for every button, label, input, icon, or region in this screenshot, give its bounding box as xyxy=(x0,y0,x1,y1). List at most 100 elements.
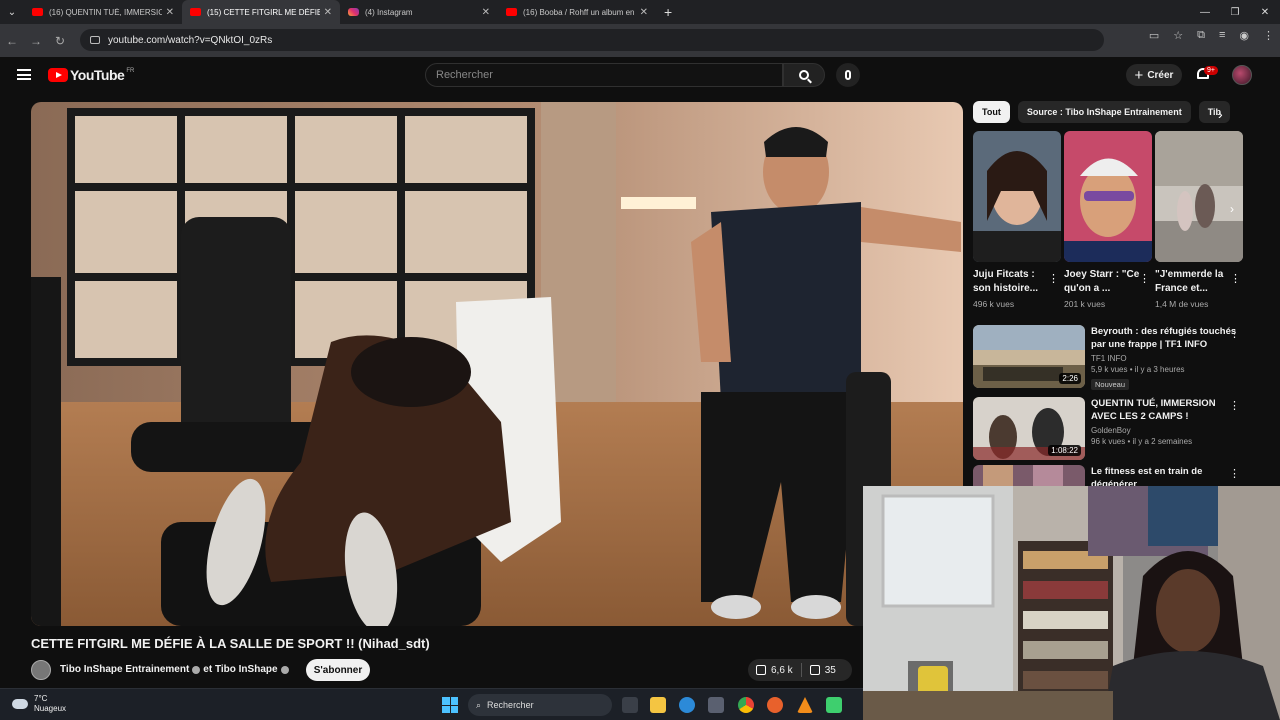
file-explorer-icon[interactable] xyxy=(650,697,666,713)
extensions-icon[interactable]: ⧉ xyxy=(1197,29,1205,42)
youtube-logo[interactable]: YouTube FR xyxy=(48,67,134,83)
tab-label: (16) QUENTIN TUÉ, IMMERSION xyxy=(49,7,162,17)
video-title: CETTE FITGIRL ME DÉFIE À LA SALLE DE SPO… xyxy=(31,636,430,651)
search-icon xyxy=(799,70,809,80)
maximize-icon[interactable]: ❐ xyxy=(1220,0,1250,24)
more-options-icon[interactable]: ⋮ xyxy=(1048,272,1059,285)
close-icon[interactable]: ✕ xyxy=(482,7,490,18)
chip-source[interactable]: Source : Tibo InShape Entrainement xyxy=(1017,101,1191,123)
verified-icon xyxy=(280,665,289,674)
browser-tab[interactable]: (4) Instagram ✕ xyxy=(340,0,498,24)
voice-search-button[interactable] xyxy=(836,63,860,87)
minimize-icon[interactable]: — xyxy=(1190,0,1220,24)
close-icon[interactable]: ✕ xyxy=(166,7,174,18)
browser-tab[interactable]: (16) QUENTIN TUÉ, IMMERSION ✕ xyxy=(24,0,182,24)
short-item[interactable]: Juju Fitcats : son histoire... 496 k vue… xyxy=(973,131,1061,309)
close-window-icon[interactable]: ✕ xyxy=(1250,0,1280,24)
chrome-icon[interactable] xyxy=(738,697,754,713)
browser-tab[interactable]: (16) Booba / Rohff un album en ✕ xyxy=(498,0,656,24)
video-thumbnail[interactable]: 2:26 xyxy=(973,325,1085,388)
app-icon[interactable] xyxy=(826,697,842,713)
cast-icon[interactable]: ▭ xyxy=(1149,29,1159,42)
more-options-icon[interactable]: ⋮ xyxy=(1139,272,1150,285)
short-views: 201 k vues xyxy=(1064,299,1106,309)
youtube-icon xyxy=(190,8,201,16)
short-item[interactable]: Joey Starr : "Ce qu'on a ... 201 k vues … xyxy=(1064,131,1152,309)
instagram-icon xyxy=(348,8,359,16)
dislike-button[interactable]: 35 xyxy=(802,665,844,676)
task-view-icon[interactable] xyxy=(622,697,638,713)
recommendation-item[interactable]: 2:26 Beyrouth : des réfugiés touchés par… xyxy=(973,325,1258,392)
channel-link-2[interactable]: et Tibo InShape xyxy=(203,664,277,675)
channel-avatar[interactable] xyxy=(31,660,51,680)
edge-icon[interactable] xyxy=(679,697,695,713)
taskbar-search[interactable]: ⌕ Rechercher xyxy=(468,694,612,716)
thumbs-up-icon xyxy=(756,665,766,675)
close-icon[interactable]: ✕ xyxy=(324,7,332,18)
back-icon[interactable]: ← xyxy=(0,34,24,48)
search-input[interactable]: Rechercher xyxy=(425,63,783,87)
more-options-icon[interactable]: ⋮ xyxy=(1229,327,1240,340)
tab-search-icon[interactable]: ⌄ xyxy=(0,0,24,24)
more-options-icon[interactable]: ⋮ xyxy=(1229,467,1240,480)
youtube-icon xyxy=(32,8,43,16)
like-button[interactable]: 6,6 k xyxy=(748,665,801,676)
video-duration: 1:08:22 xyxy=(1048,445,1081,456)
create-label: Créer xyxy=(1147,69,1174,81)
chip-tibo[interactable]: Tib xyxy=(1198,101,1231,123)
more-options-icon[interactable]: ⋮ xyxy=(1230,272,1241,285)
short-thumbnail[interactable] xyxy=(1064,131,1152,262)
short-views: 1,4 M de vues xyxy=(1155,299,1209,309)
reload-icon[interactable]: ↻ xyxy=(48,34,72,48)
recommendation-info: QUENTIN TUÉ, IMMERSION AVEC LES 2 CAMPS … xyxy=(1091,397,1243,446)
weather-widget[interactable]: 7°C Nuageux xyxy=(12,694,66,714)
video-player[interactable] xyxy=(31,102,963,626)
recommendation-channel[interactable]: GoldenBoy xyxy=(1091,426,1243,435)
url-field[interactable]: youtube.com/watch?v=QNktOI_0zRs xyxy=(80,29,1104,51)
browser-tab-active[interactable]: (15) CETTE FITGIRL ME DÉFIE À ✕ xyxy=(182,0,340,24)
like-dislike-bar: 6,6 k 35 xyxy=(748,659,852,681)
windows-start-icon[interactable] xyxy=(442,697,458,713)
logo-region: FR xyxy=(126,68,135,74)
subscribe-button[interactable]: S'abonner xyxy=(306,659,370,681)
tab-search-icon[interactable]: ≡ xyxy=(1219,29,1225,42)
menu-icon[interactable]: ⋮ xyxy=(1263,29,1274,42)
firefox-icon[interactable] xyxy=(767,697,783,713)
create-button[interactable]: + Créer xyxy=(1126,64,1182,86)
forward-icon[interactable]: → xyxy=(24,34,48,48)
short-thumbnail[interactable] xyxy=(973,131,1061,262)
recommendation-item[interactable]: 1:08:22 QUENTIN TUÉ, IMMERSION AVEC LES … xyxy=(973,397,1258,461)
more-options-icon[interactable]: ⋮ xyxy=(1229,399,1240,412)
short-item[interactable]: "J'emmerde la France et... 1,4 M de vues… xyxy=(1155,131,1243,309)
chip-all[interactable]: Tout xyxy=(973,101,1010,123)
menu-icon[interactable] xyxy=(17,69,31,80)
window-controls: — ❐ ✕ xyxy=(1190,0,1280,24)
chevron-right-icon[interactable]: › xyxy=(1218,106,1223,122)
new-tab-button[interactable]: + xyxy=(664,4,672,20)
channel-link[interactable]: Tibo InShape Entrainement xyxy=(60,664,189,675)
site-info-icon[interactable] xyxy=(90,36,100,44)
browser-tabstrip: ⌄ (16) QUENTIN TUÉ, IMMERSION ✕ (15) CET… xyxy=(0,0,1280,24)
profile-icon[interactable]: ◉ xyxy=(1239,29,1249,42)
youtube-icon xyxy=(506,8,517,16)
store-icon[interactable] xyxy=(708,697,724,713)
close-icon[interactable]: ✕ xyxy=(640,7,648,18)
search-button[interactable] xyxy=(783,63,825,87)
recommendation-title[interactable]: Le fitness est en train de dégénérer xyxy=(1091,465,1243,486)
recommendation-title[interactable]: QUENTIN TUÉ, IMMERSION AVEC LES 2 CAMPS … xyxy=(1091,397,1243,423)
recommendation-title[interactable]: Beyrouth : des réfugiés touchés par une … xyxy=(1091,325,1243,351)
recommendation-item[interactable]: Le fitness est en train de dégénérer ⋮ xyxy=(973,465,1258,486)
video-duration: 2:26 xyxy=(1059,373,1081,384)
taskbar-search-label: Rechercher xyxy=(487,700,534,710)
bookmark-star-icon[interactable]: ☆ xyxy=(1173,29,1183,42)
address-bar-row: ← → ↻ youtube.com/watch?v=QNktOI_0zRs ▭ … xyxy=(0,24,1280,57)
video-thumbnail[interactable] xyxy=(973,465,1085,486)
shorts-next-icon[interactable]: › xyxy=(1230,202,1234,216)
short-thumbnail[interactable] xyxy=(1155,131,1243,262)
youtube-play-icon xyxy=(48,68,68,82)
video-thumbnail[interactable]: 1:08:22 xyxy=(973,397,1085,460)
recommendation-info: Beyrouth : des réfugiés touchés par une … xyxy=(1091,325,1243,392)
avatar[interactable] xyxy=(1232,65,1252,85)
vlc-icon[interactable] xyxy=(797,697,813,713)
recommendation-channel[interactable]: TF1 INFO xyxy=(1091,354,1243,363)
